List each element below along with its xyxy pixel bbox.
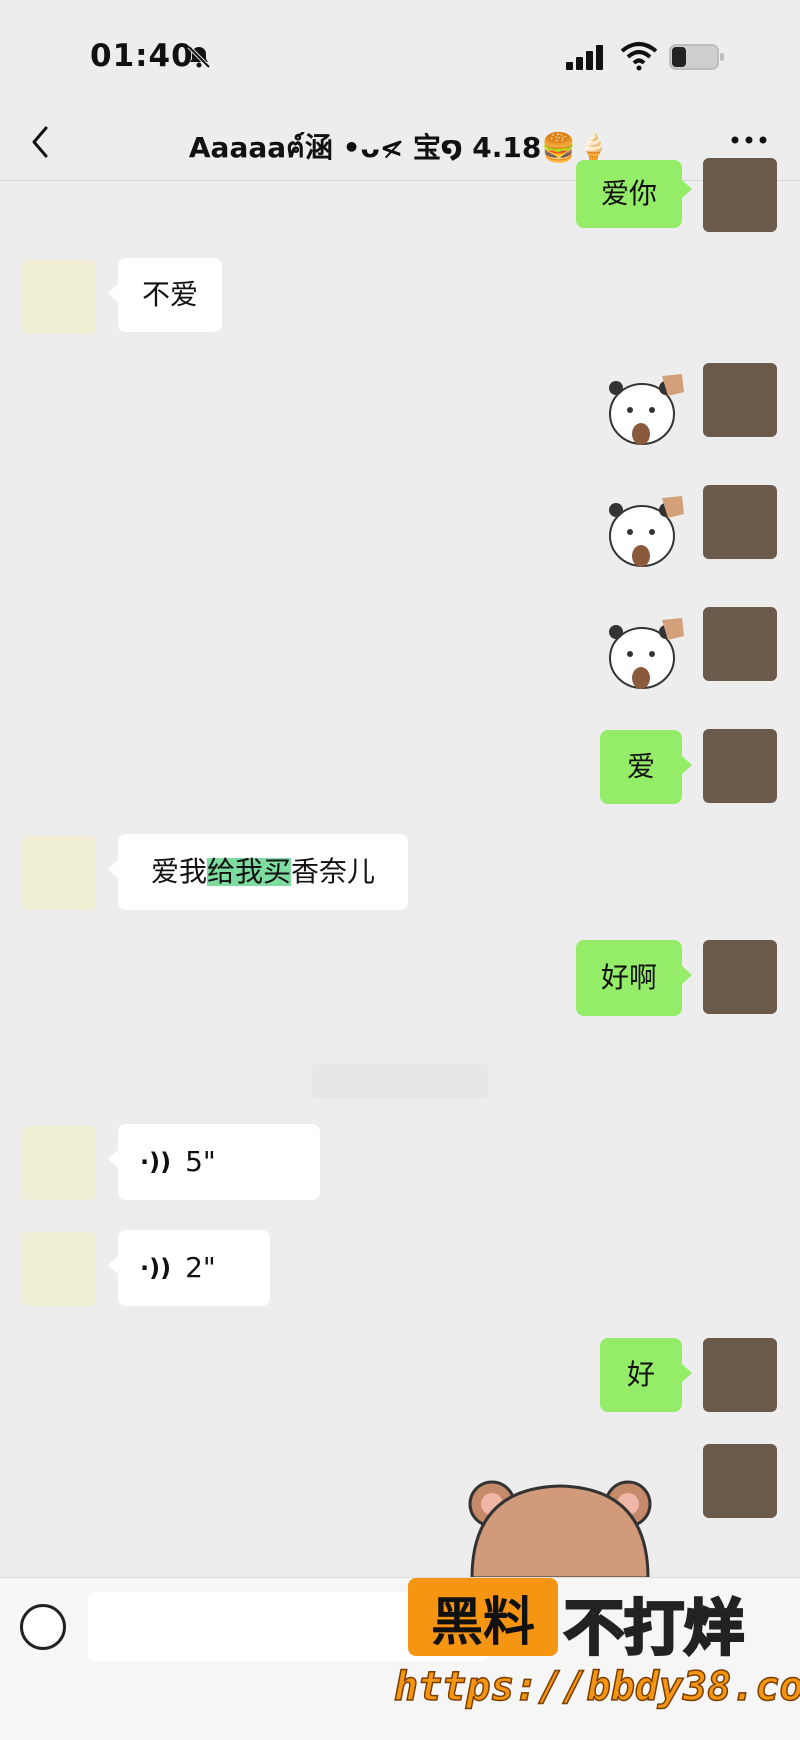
my-avatar[interactable] — [703, 940, 777, 1014]
friend-avatar[interactable] — [22, 1126, 96, 1200]
bubble-tail — [682, 1364, 692, 1382]
message-bubble-sent[interactable]: 好啊 — [576, 940, 682, 1016]
voice-duration: 2" — [185, 1251, 216, 1284]
cellular-signal-icon — [566, 45, 603, 70]
my-avatar[interactable] — [703, 729, 777, 803]
message-bubble-received[interactable]: 爱我 给我买 香奈儿 — [118, 834, 408, 910]
my-avatar[interactable] — [703, 1338, 777, 1412]
message-bubble-sent[interactable]: 爱你 — [576, 160, 682, 228]
my-avatar[interactable] — [703, 158, 777, 232]
friend-avatar[interactable] — [22, 260, 96, 334]
message-text: 香奈儿 — [291, 855, 376, 888]
message-bubble-received[interactable]: 不爱 — [118, 258, 222, 332]
message-text: 爱我 — [150, 855, 207, 888]
watermark-url: https://bbdy38.com — [393, 1663, 800, 1711]
my-avatar[interactable] — [703, 607, 777, 681]
voice-message[interactable]: ·)) 5" — [118, 1124, 320, 1200]
voice-wave-icon: ·)) — [140, 1254, 172, 1282]
bubble-tail — [108, 860, 118, 878]
friend-avatar[interactable] — [22, 1232, 96, 1306]
bear-sticker-icon[interactable] — [602, 610, 690, 698]
friend-avatar[interactable] — [22, 836, 96, 910]
message-text: 爱你 — [600, 177, 657, 210]
my-avatar[interactable] — [703, 485, 777, 559]
bubble-tail — [108, 1256, 118, 1274]
watermark-badge: 黑料 — [408, 1578, 558, 1656]
bubble-tail — [108, 284, 118, 302]
bubble-tail — [108, 1150, 118, 1168]
voice-message[interactable]: ·)) 2" — [118, 1230, 270, 1306]
message-text: 好啊 — [600, 961, 657, 994]
my-avatar[interactable] — [703, 363, 777, 437]
message-text: 不爱 — [141, 278, 198, 311]
bear-sticker-icon[interactable] — [602, 488, 690, 576]
message-bubble-sent[interactable]: 好 — [600, 1338, 682, 1412]
message-bubble-sent[interactable]: 爱 — [600, 730, 682, 804]
message-text: 爱 — [626, 750, 655, 783]
voice-wave-icon: ·)) — [140, 1148, 172, 1176]
brown-bear-sticker-icon[interactable] — [462, 1474, 658, 1578]
bell-muted-icon — [187, 45, 211, 69]
voice-input-toggle-icon[interactable] — [20, 1604, 66, 1650]
message-text: 好 — [626, 1358, 655, 1391]
time-divider — [312, 1064, 488, 1098]
battery-icon — [669, 44, 724, 70]
bear-sticker-icon[interactable] — [602, 366, 690, 454]
highlighted-text: 给我买 — [206, 855, 291, 888]
bubble-tail — [682, 180, 692, 198]
watermark-text: 不打烊 — [563, 1593, 746, 1666]
more-options-icon[interactable] — [728, 130, 770, 150]
my-avatar[interactable] — [703, 1444, 777, 1518]
status-time: 01:40 — [90, 38, 194, 74]
bubble-tail — [682, 756, 692, 774]
bubble-tail — [682, 966, 692, 984]
wifi-icon — [620, 42, 658, 71]
voice-duration: 5" — [185, 1145, 216, 1178]
